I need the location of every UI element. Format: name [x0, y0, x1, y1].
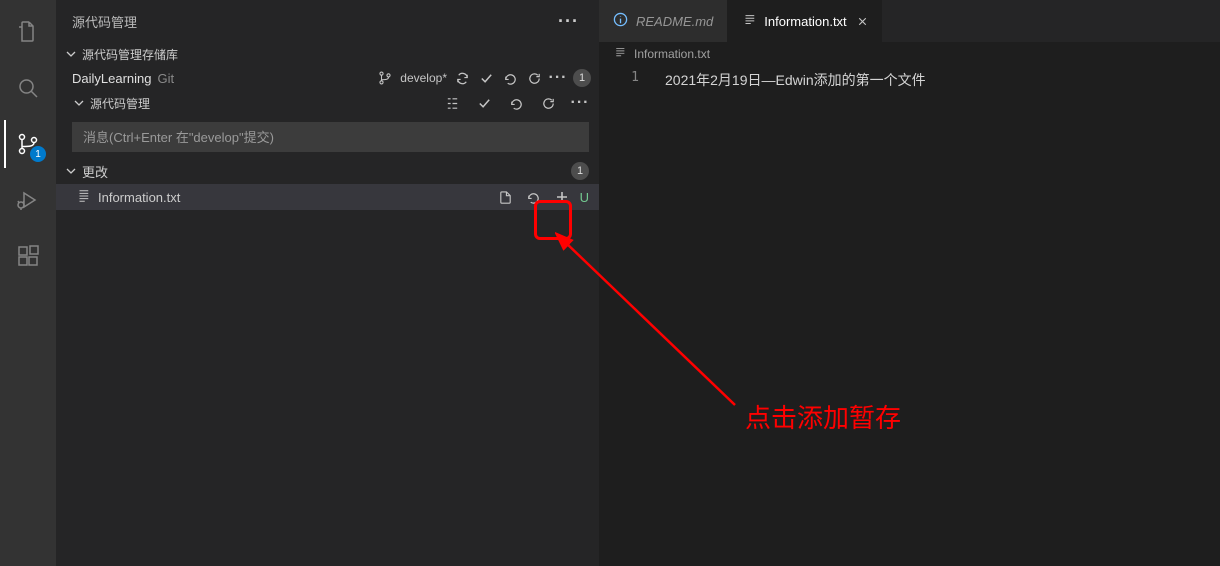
repo-more-icon[interactable]: ··· — [549, 67, 567, 89]
text-file-icon — [613, 46, 626, 62]
line-gutter: 1 — [599, 66, 655, 566]
check-icon[interactable] — [477, 67, 495, 89]
repo-section-header[interactable]: 源代码管理存储库 — [56, 42, 599, 66]
chevron-down-icon — [64, 165, 78, 177]
stage-plus-icon[interactable] — [552, 186, 572, 208]
tab-readme[interactable]: README.md — [599, 0, 728, 42]
commit-message-input[interactable] — [72, 122, 589, 152]
scm-badge: 1 — [30, 146, 46, 162]
editor-body[interactable]: 1 2021年2月19日—Edwin添加的第一个文件 — [599, 66, 1220, 566]
search-icon[interactable] — [4, 64, 52, 112]
repo-section-title: 源代码管理存储库 — [82, 46, 178, 63]
scm-section-title: 源代码管理 — [90, 95, 150, 112]
activity-bar: 1 — [0, 0, 56, 566]
explorer-icon[interactable] — [4, 8, 52, 56]
chevron-down-icon — [64, 48, 78, 60]
code-content[interactable]: 2021年2月19日—Edwin添加的第一个文件 — [655, 66, 926, 566]
changed-file-row[interactable]: Information.txt U — [56, 184, 599, 210]
editor-area: README.md Information.txt Information.tx… — [599, 0, 1220, 566]
debug-icon[interactable] — [4, 176, 52, 224]
changed-file-name: Information.txt — [98, 190, 180, 205]
source-control-icon[interactable]: 1 — [4, 120, 52, 168]
tabs-row: README.md Information.txt — [599, 0, 1220, 42]
code-line: 2021年2月19日—Edwin添加的第一个文件 — [665, 70, 926, 90]
scm-section-header[interactable]: 源代码管理 ··· — [56, 90, 599, 116]
tab-information[interactable]: Information.txt — [728, 0, 881, 42]
repo-row[interactable]: DailyLearning Git develop* ··· 1 — [56, 66, 599, 90]
file-icon — [76, 189, 90, 206]
file-status: U — [580, 190, 589, 205]
open-file-icon[interactable] — [496, 186, 516, 208]
repo-type: Git — [158, 71, 175, 86]
breadcrumb-file: Information.txt — [634, 47, 710, 61]
breadcrumb[interactable]: Information.txt — [599, 42, 1220, 66]
chevron-down-icon — [72, 97, 86, 109]
undo-icon[interactable] — [501, 67, 519, 89]
repo-name: DailyLearning — [72, 71, 152, 86]
commit-check-icon[interactable] — [473, 92, 495, 114]
close-icon[interactable] — [855, 15, 871, 28]
changes-header[interactable]: 更改 1 — [56, 158, 599, 184]
scm-refresh-icon[interactable] — [537, 92, 559, 114]
scm-undo-icon[interactable] — [505, 92, 527, 114]
extensions-icon[interactable] — [4, 232, 52, 280]
repo-count-badge: 1 — [573, 69, 591, 87]
sidebar-more-icon[interactable]: ··· — [552, 15, 585, 27]
scm-more-icon[interactable]: ··· — [569, 92, 591, 114]
tab-info-label: Information.txt — [764, 14, 846, 29]
text-file-icon — [742, 13, 756, 30]
tab-readme-label: README.md — [636, 14, 713, 29]
scm-sidebar: 源代码管理 ··· 源代码管理存储库 DailyLearning Git dev… — [56, 0, 599, 566]
sync-icon[interactable] — [453, 67, 471, 89]
branch-icon[interactable] — [376, 67, 394, 89]
refresh-icon[interactable] — [525, 67, 543, 89]
discard-icon[interactable] — [524, 186, 544, 208]
line-number: 1 — [599, 70, 639, 85]
sidebar-header: 源代码管理 ··· — [56, 0, 599, 42]
changes-title: 更改 — [82, 162, 108, 181]
changes-count-badge: 1 — [571, 162, 589, 180]
sidebar-title: 源代码管理 — [72, 12, 137, 31]
annotation-text: 点击添加暂存 — [745, 398, 901, 435]
tree-view-icon[interactable] — [441, 92, 463, 114]
branch-name: develop* — [400, 71, 447, 85]
info-icon — [613, 12, 628, 30]
